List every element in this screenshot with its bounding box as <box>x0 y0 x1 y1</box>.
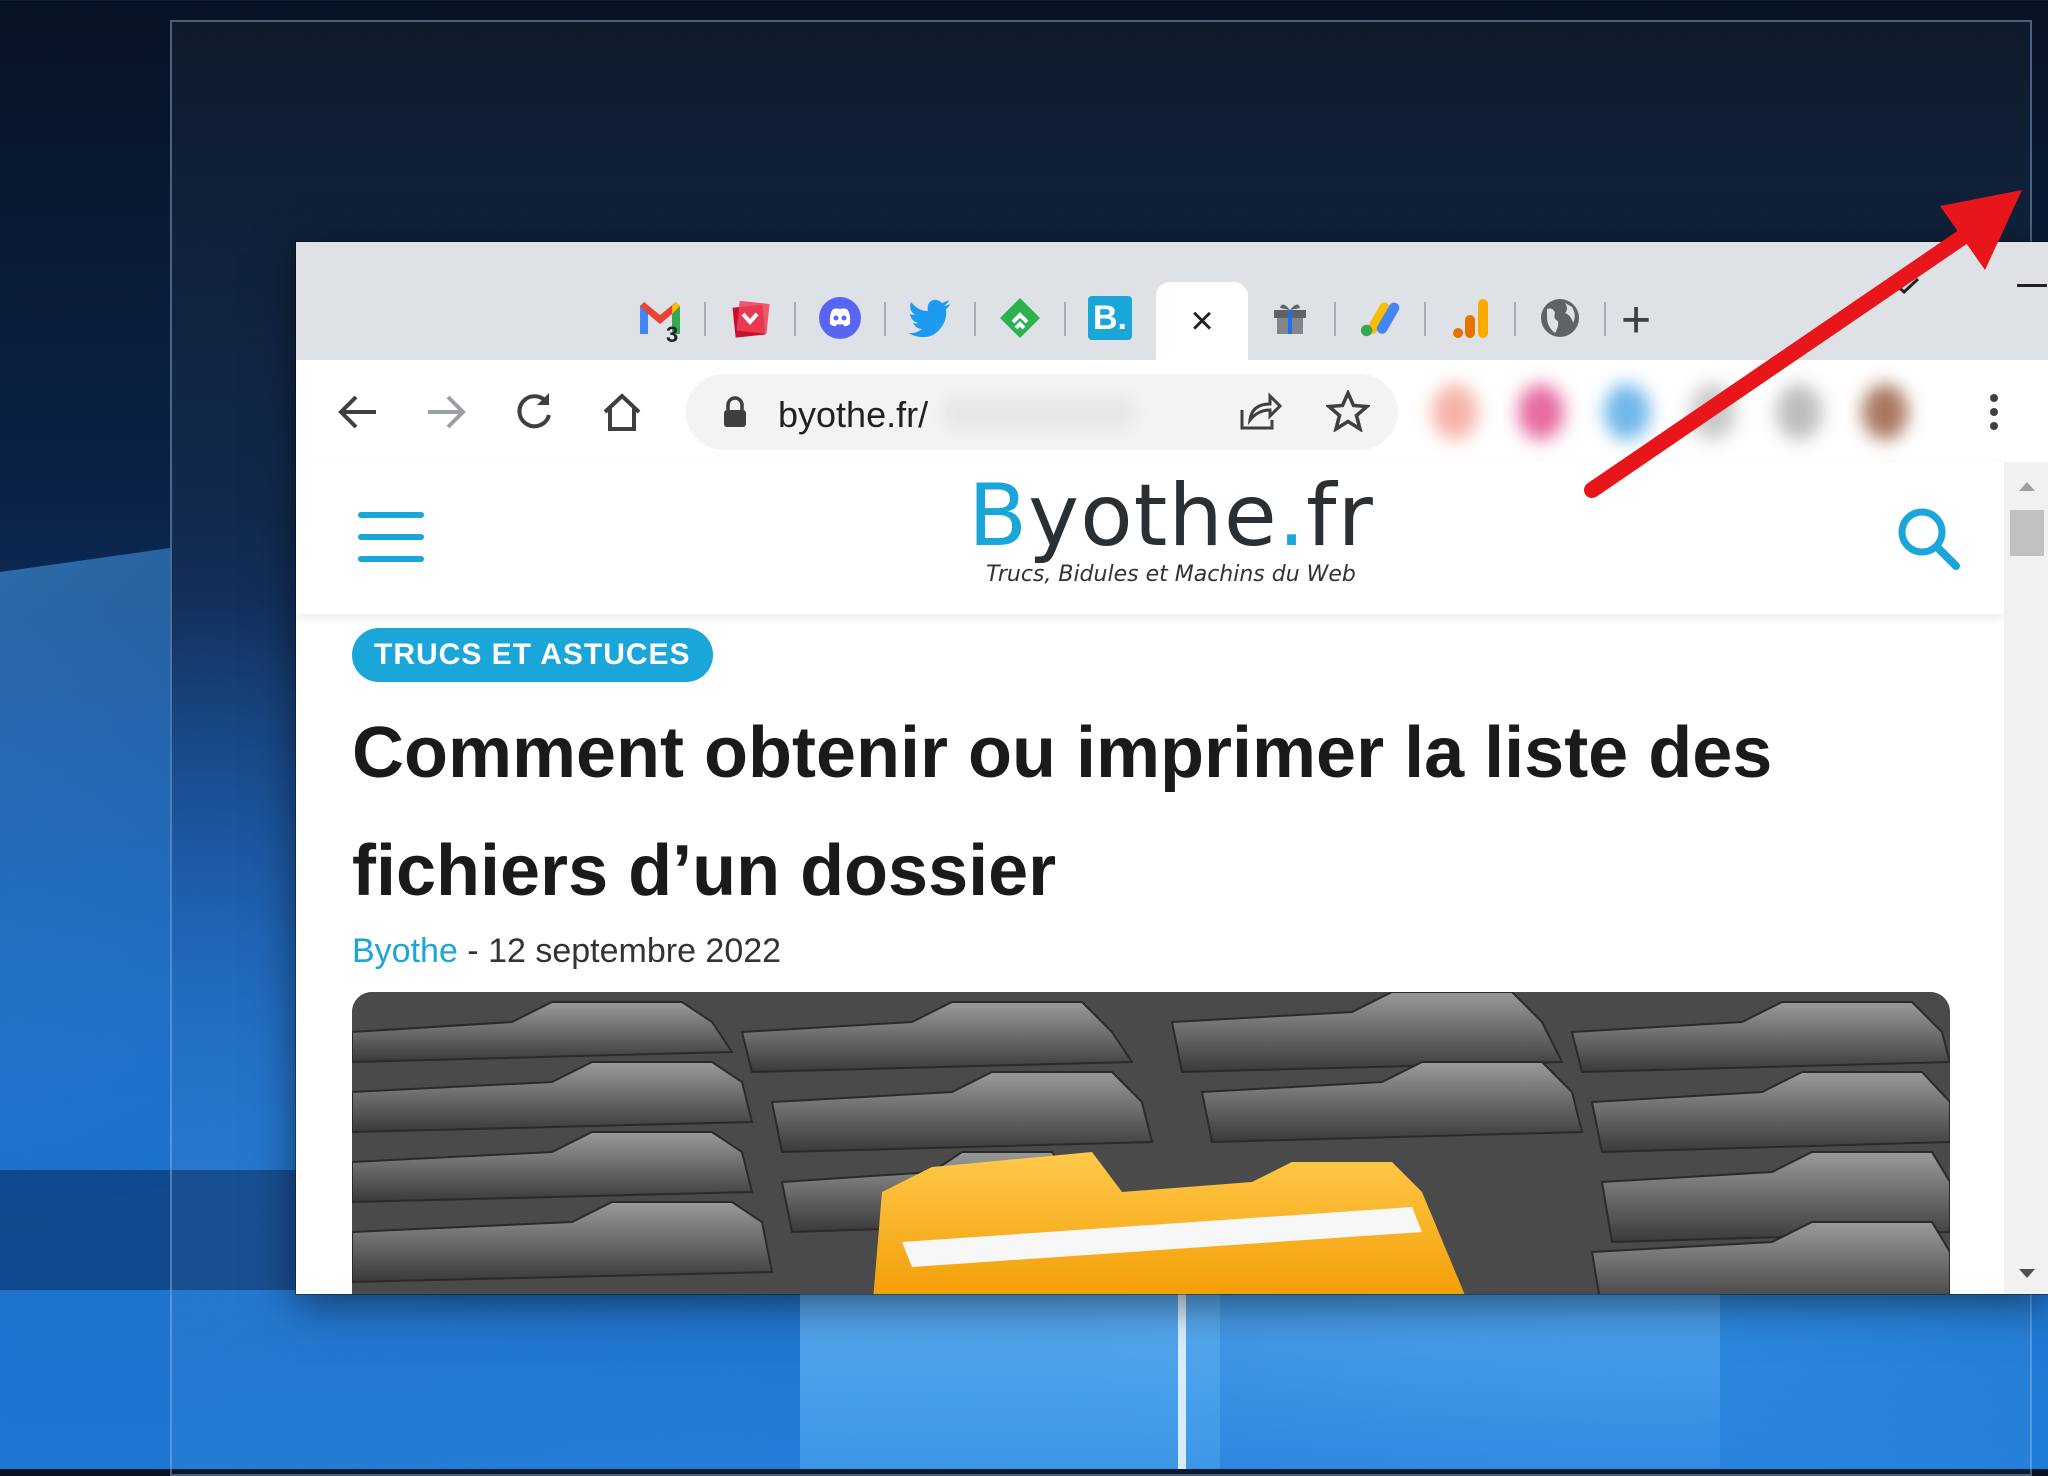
address-bar[interactable]: byothe.fr/ <box>686 374 1398 450</box>
logo-tld: fr <box>1306 466 1374 566</box>
url-path-blurred <box>944 396 1134 430</box>
tab-pocket[interactable] <box>706 282 796 354</box>
home-button[interactable] <box>592 382 652 442</box>
browser-window: 3 B. × + byothe.fr/ Byothe.fr Trucs, Bid… <box>296 242 2048 1294</box>
logo-tagline: Trucs, Bidules et Machins du Web <box>986 562 1356 587</box>
tab-byothe[interactable]: B. <box>1066 282 1154 354</box>
gmail-badge: 3 <box>666 322 679 347</box>
tab-google-analytics[interactable] <box>1426 282 1516 354</box>
byothe-icon-letter: B. <box>1093 298 1127 337</box>
article-title: Comment obtenir ou imprimer la liste des… <box>352 713 1773 911</box>
tab-gift-lock[interactable] <box>1246 282 1336 354</box>
new-tab-button[interactable]: + <box>1606 290 1666 350</box>
tab-discord[interactable] <box>796 282 886 354</box>
kebab-menu-icon <box>1990 394 1998 430</box>
extension-icon[interactable] <box>1776 384 1822 440</box>
google-ads-icon <box>1358 296 1402 340</box>
tab-strip: 3 B. × + <box>296 242 2048 360</box>
extension-icon[interactable] <box>1690 384 1736 440</box>
back-arrow-icon <box>338 395 376 429</box>
google-analytics-icon <box>1448 296 1492 340</box>
feedly-icon <box>998 296 1042 340</box>
forward-arrow-icon <box>428 395 466 429</box>
tab-active[interactable]: × <box>1156 282 1248 360</box>
article-meta: Byothe - 12 septembre 2022 <box>352 932 781 971</box>
extension-icon[interactable] <box>1432 384 1478 440</box>
page-viewport: Byothe.fr Trucs, Bidules et Machins du W… <box>296 462 2048 1294</box>
page-scrollbar[interactable] <box>2004 462 2048 1294</box>
browser-menu-button[interactable] <box>1964 382 2024 442</box>
scroll-up-icon[interactable] <box>2018 480 2036 492</box>
chevron-down-icon <box>1888 277 1920 295</box>
reload-icon <box>517 393 551 429</box>
back-button[interactable] <box>328 382 388 442</box>
twitter-icon <box>908 296 952 340</box>
bookmark-star-icon[interactable] <box>1326 390 1370 432</box>
tab-google-ads[interactable] <box>1336 282 1426 354</box>
minimize-icon <box>2017 284 2047 287</box>
reload-button[interactable] <box>504 382 564 442</box>
extension-icon[interactable] <box>1518 384 1564 440</box>
close-icon[interactable]: × <box>1190 301 1213 341</box>
lock-icon[interactable] <box>722 396 748 428</box>
category-badge[interactable]: TRUCS ET ASTUCES <box>352 628 713 682</box>
site-header: Byothe.fr Trucs, Bidules et Machins du W… <box>296 462 2004 614</box>
logo-text: yothe <box>1028 466 1278 566</box>
byothe-icon: B. <box>1088 296 1132 340</box>
folders-image <box>352 992 1950 1294</box>
author-link[interactable]: Byothe <box>352 932 458 970</box>
globe-icon <box>1538 296 1582 340</box>
tab-search-button[interactable] <box>1854 256 1954 316</box>
tab-feedly[interactable] <box>976 282 1066 354</box>
logo-dot: . <box>1277 466 1307 566</box>
discord-icon <box>818 296 862 340</box>
share-icon[interactable] <box>1238 392 1282 432</box>
pocket-icon <box>728 296 772 340</box>
profile-avatar[interactable] <box>1862 384 1908 440</box>
tab-twitter[interactable] <box>886 282 976 354</box>
site-logo[interactable]: Byothe.fr Trucs, Bidules et Machins du W… <box>946 466 1396 587</box>
scroll-thumb[interactable] <box>2010 510 2044 556</box>
logo-letter-b: B <box>968 466 1029 566</box>
tab-gmail[interactable]: 3 <box>616 282 706 354</box>
logo-wordmark: Byothe.fr <box>946 466 1396 566</box>
url-text[interactable]: byothe.fr/ <box>778 394 928 436</box>
home-icon <box>603 393 641 431</box>
article-hero-image <box>352 992 1950 1294</box>
tab-globe[interactable] <box>1516 282 1606 354</box>
extension-icon[interactable] <box>1604 384 1650 440</box>
scroll-down-icon[interactable] <box>2018 1268 2036 1280</box>
gift-lock-icon <box>1268 296 1312 340</box>
minimize-button[interactable] <box>1982 256 2048 316</box>
forward-button[interactable] <box>416 382 476 442</box>
browser-toolbar: byothe.fr/ <box>296 360 2048 464</box>
article-date: - 12 septembre 2022 <box>457 932 782 970</box>
search-icon[interactable] <box>1894 504 1964 574</box>
wallpaper-beam <box>0 548 170 1212</box>
hamburger-menu-icon[interactable] <box>358 512 424 562</box>
